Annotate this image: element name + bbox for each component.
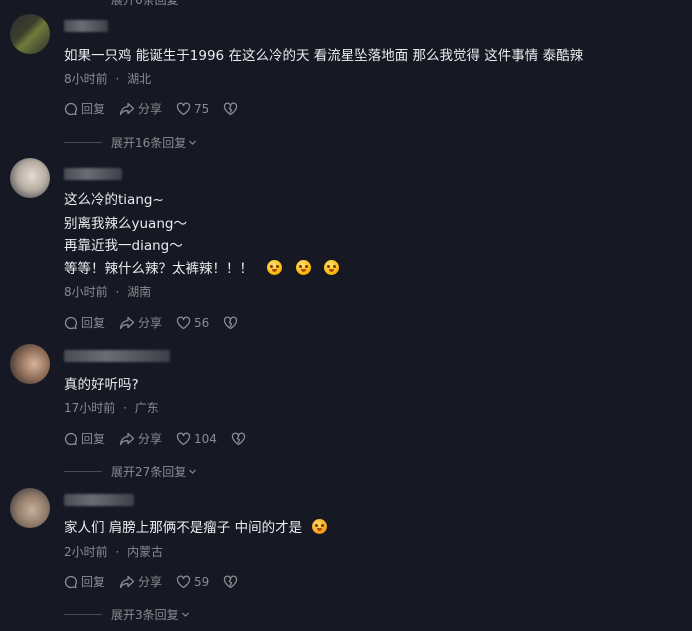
separator-dot: · (115, 72, 120, 86)
emoji-icon (295, 260, 311, 275)
reply-icon (64, 575, 78, 588)
heart-icon (176, 102, 191, 115)
divider-line (64, 471, 102, 472)
dislike-button[interactable] (223, 102, 241, 116)
separator-dot: · (115, 285, 120, 299)
like-button[interactable]: 59 (176, 575, 209, 589)
heart-icon (176, 316, 191, 329)
reply-icon (64, 316, 78, 329)
comment-actions: 回复 分享 75 (64, 100, 241, 117)
heart-icon (176, 575, 191, 588)
expand-replies[interactable]: 展开16条回复 (64, 134, 197, 151)
share-label: 分享 (138, 102, 163, 116)
comment-meta: 2小时前 · 内蒙古 (64, 543, 163, 560)
expand-replies[interactable]: 展开3条回复 (64, 606, 190, 623)
expand-replies[interactable]: 展开27条回复 (64, 463, 197, 480)
dislike-button[interactable] (223, 575, 241, 589)
heart-icon (176, 432, 191, 445)
dislike-button[interactable] (223, 316, 241, 330)
like-button[interactable]: 75 (176, 102, 209, 116)
emoji-icon (323, 260, 339, 275)
comment-actions: 回复 分享 104 (64, 430, 249, 447)
username-blurred[interactable] (64, 350, 170, 362)
separator-dot: · (123, 401, 127, 415)
separator-dot: · (115, 545, 120, 559)
location: 广东 (134, 401, 159, 415)
like-count: 56 (194, 315, 210, 330)
reply-button[interactable]: 回复 (64, 314, 105, 331)
comment-text: 别离我辣么yuang～ (64, 216, 187, 232)
comment-text: 真的好听吗? (64, 377, 139, 393)
broken-heart-icon (231, 432, 246, 445)
share-button[interactable]: 分享 (119, 314, 162, 331)
reply-label: 回复 (81, 102, 106, 116)
timestamp: 8小时前 (64, 72, 108, 86)
comment-text: 再靠近我一diang～ (64, 238, 183, 254)
username-blurred[interactable] (64, 20, 108, 32)
avatar[interactable] (10, 488, 50, 528)
like-count: 104 (194, 431, 217, 446)
like-count: 59 (194, 574, 210, 589)
comment-meta: 17小时前 · 广东 (64, 399, 159, 416)
comment-text: 家人们 肩膀上那俩不是瘤子 中间的才是 (64, 517, 328, 539)
comment-actions: 回复 分享 59 (64, 573, 241, 590)
reply-label: 回复 (81, 575, 106, 589)
location: 内蒙古 (127, 545, 164, 559)
chevron-down-icon (189, 140, 197, 145)
chevron-down-icon (181, 612, 189, 617)
expand-label: 展开6条回复 (111, 0, 179, 7)
like-button[interactable]: 56 (176, 316, 209, 330)
comment-text: 如果一只鸡 能诞生于1996 在这么冷的天 看流星坠落地面 那么我觉得 这件事情… (64, 48, 584, 64)
broken-heart-icon (224, 102, 238, 115)
comment-meta: 8小时前 · 湖北 (64, 70, 151, 87)
expand-replies-partial[interactable]: 展开6条回复 (64, 0, 179, 8)
share-icon (119, 575, 135, 588)
reply-label: 回复 (81, 316, 106, 330)
reply-icon (64, 102, 78, 115)
share-label: 分享 (138, 316, 163, 330)
location: 湖南 (127, 285, 152, 299)
reply-label: 回复 (81, 432, 106, 446)
share-label: 分享 (138, 575, 163, 589)
avatar[interactable] (10, 158, 50, 198)
expand-label: 展开27条回复 (111, 465, 187, 479)
avatar[interactable] (10, 14, 50, 54)
reply-icon (64, 432, 78, 445)
divider-line (64, 614, 102, 615)
reply-button[interactable]: 回复 (64, 573, 105, 590)
share-icon (119, 316, 135, 329)
expand-label: 展开3条回复 (111, 608, 179, 622)
location: 湖北 (127, 72, 152, 86)
avatar[interactable] (10, 344, 50, 384)
broken-heart-icon (224, 316, 238, 329)
comment-text: 这么冷的tiang~ (64, 192, 164, 208)
username-blurred[interactable] (64, 168, 122, 180)
emoji-icon (267, 260, 283, 275)
reply-button[interactable]: 回复 (64, 100, 105, 117)
comment-meta: 8小时前 · 湖南 (64, 283, 151, 300)
divider-line (64, 142, 102, 143)
like-count: 75 (194, 101, 210, 116)
timestamp: 2小时前 (64, 545, 108, 559)
broken-heart-icon (224, 575, 238, 588)
timestamp: 8小时前 (64, 285, 108, 299)
comment-actions: 回复 分享 56 (64, 314, 241, 331)
share-icon (119, 432, 135, 445)
emoji-icon (312, 519, 328, 534)
chevron-down-icon (189, 469, 197, 474)
expand-label: 展开16条回复 (111, 136, 187, 150)
share-icon (119, 102, 135, 115)
username-blurred[interactable] (64, 494, 134, 506)
share-label: 分享 (138, 432, 163, 446)
share-button[interactable]: 分享 (119, 573, 162, 590)
dislike-button[interactable] (231, 432, 249, 446)
share-button[interactable]: 分享 (119, 100, 162, 117)
timestamp: 17小时前 (64, 401, 116, 415)
reply-button[interactable]: 回复 (64, 430, 105, 447)
comment-text: 等等！辣什么辣？太裤辣！！！ (64, 258, 339, 280)
share-button[interactable]: 分享 (119, 430, 162, 447)
like-button[interactable]: 104 (176, 432, 217, 446)
